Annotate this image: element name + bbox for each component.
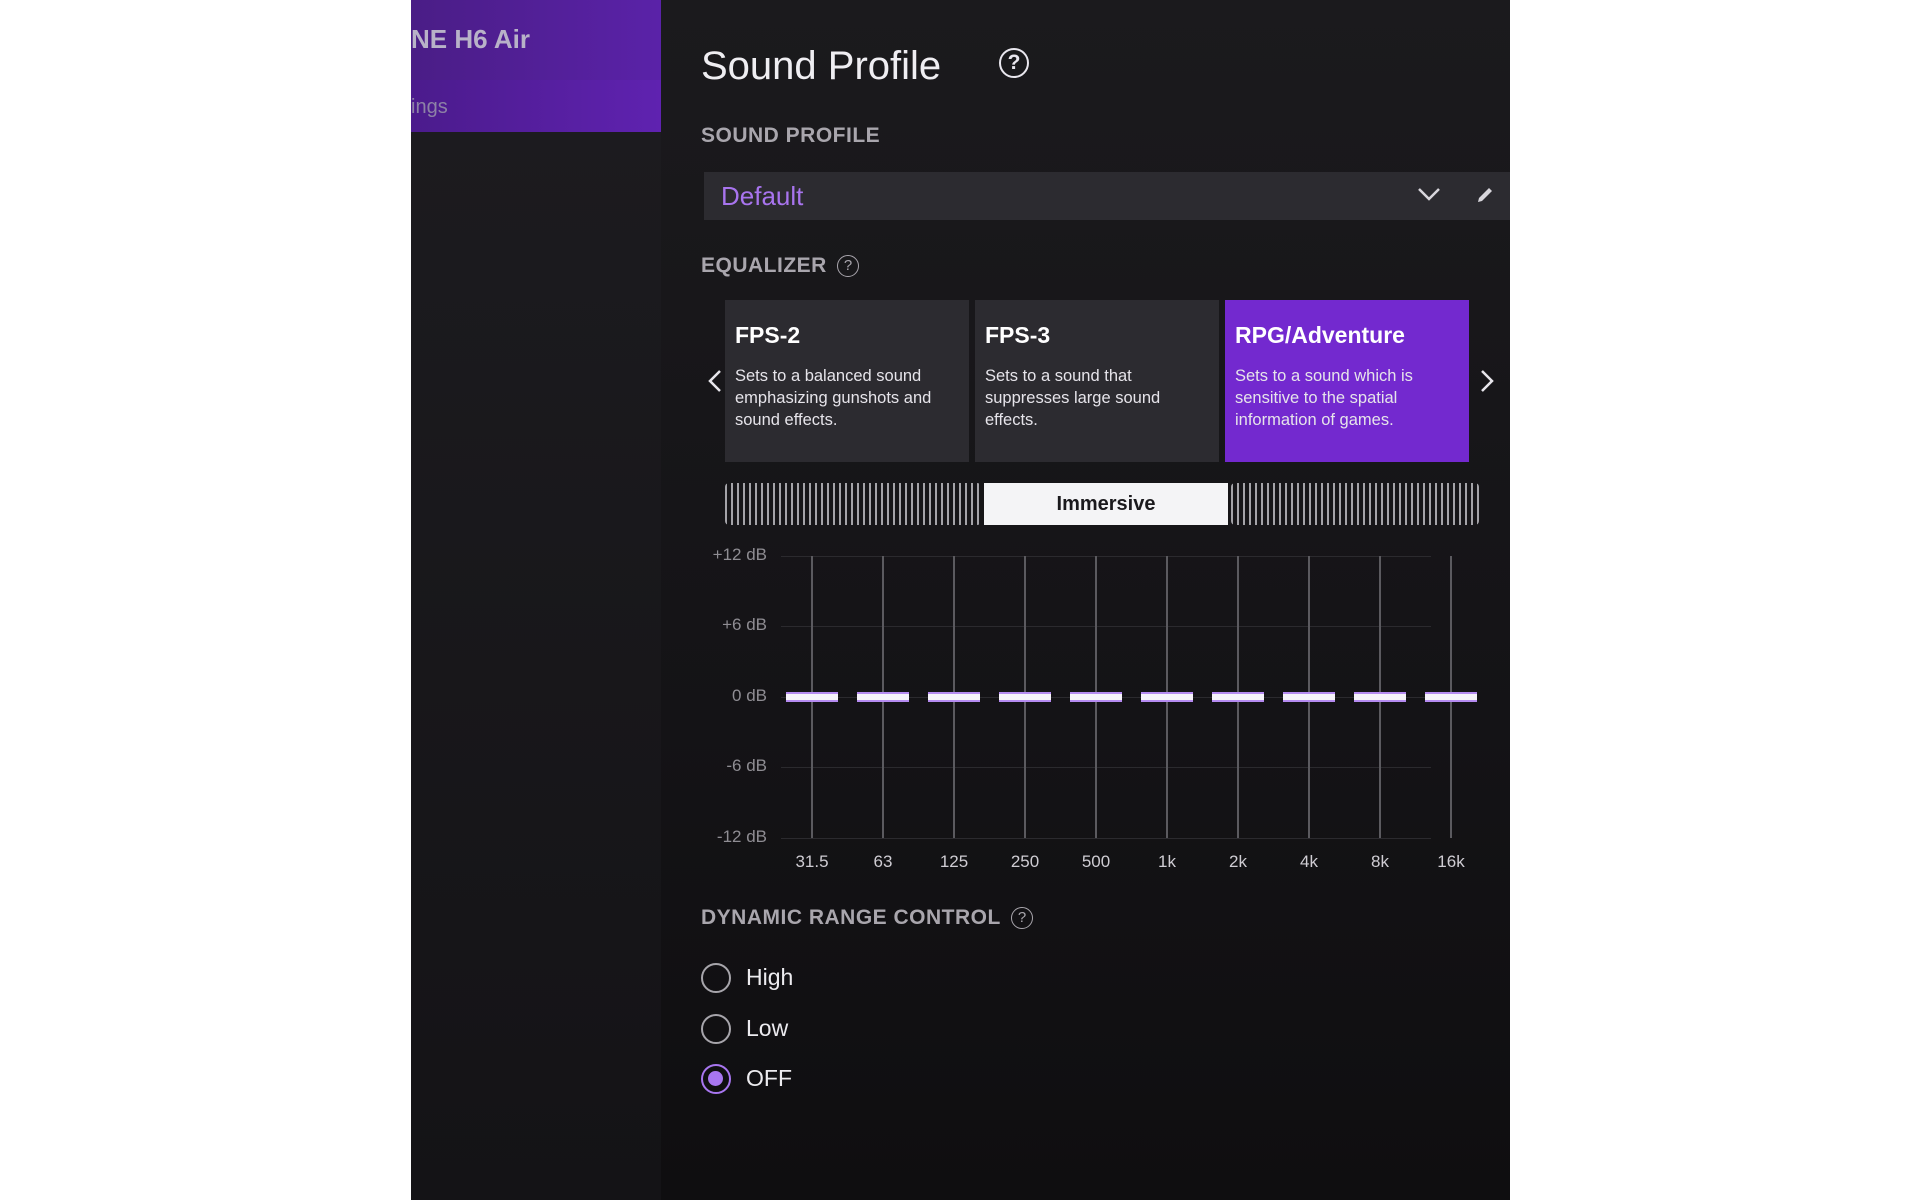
eq-freq-label: 500: [1081, 852, 1111, 871]
sound-profile-selected: Default: [721, 181, 804, 211]
sound-profile-label: SOUND PROFILE: [701, 124, 881, 147]
eq-freq-label: 2k: [1229, 852, 1247, 871]
eq-gridline: [781, 626, 1431, 627]
preset-card-fps-3[interactable]: FPS-3 Sets to a sound that suppresses la…: [975, 300, 1219, 462]
chevron-down-icon[interactable]: [1417, 186, 1441, 202]
eq-band-handle[interactable]: [857, 692, 909, 702]
preset-name: FPS-2: [735, 322, 801, 348]
drc-help-icon[interactable]: ?: [1011, 907, 1033, 929]
eq-gridline: [781, 838, 1431, 839]
eq-band-handle[interactable]: [1212, 692, 1264, 702]
eq-freq-label: 125: [939, 852, 969, 871]
db-label-minus12: -12 dB: [716, 827, 767, 846]
pencil-icon[interactable]: [1475, 185, 1495, 205]
eq-freq-label: 63: [873, 852, 893, 871]
eq-freq-label: 16k: [1437, 852, 1465, 871]
eq-band-handle[interactable]: [786, 692, 838, 702]
preset-description: Sets to a balanced sound emphasizing gun…: [735, 367, 932, 429]
question-circle-icon[interactable]: ?: [999, 48, 1029, 78]
eq-band-handle[interactable]: [1283, 692, 1335, 702]
db-label-0: 0 dB: [732, 686, 767, 705]
preset-name: FPS-3: [985, 322, 1051, 348]
eq-gridline: [781, 556, 1431, 557]
dynamic-range-control-label: DYNAMIC RANGE CONTROL: [701, 906, 1001, 929]
sidebar-device-header[interactable]: NE H6 Air: [411, 0, 661, 80]
sound-profile-dropdown[interactable]: Default: [704, 172, 1510, 220]
sidebar-item-label: ings: [411, 96, 448, 118]
db-label-plus6: +6 dB: [722, 615, 767, 634]
equalizer-label: EQUALIZER: [701, 254, 827, 277]
chevron-left-icon[interactable]: [707, 368, 723, 394]
equalizer-help-icon[interactable]: ?: [837, 255, 859, 277]
radio-label: Low: [746, 1015, 789, 1041]
eq-freq-label: 31.5: [795, 852, 829, 871]
spatial-slider-track-left[interactable]: [725, 483, 981, 525]
radio-button[interactable]: [701, 1014, 731, 1044]
radio-label: OFF: [746, 1065, 792, 1091]
radio-label: High: [746, 964, 794, 990]
db-label-minus6: -6 dB: [726, 756, 767, 775]
main-content: Sound Profile ? SOUND PROFILE Default EQ…: [701, 0, 1510, 1200]
chevron-right-icon[interactable]: [1479, 368, 1495, 394]
preset-name: RPG/Adventure: [1235, 322, 1405, 348]
radio-button[interactable]: [701, 1064, 731, 1094]
eq-band-handle[interactable]: [1070, 692, 1122, 702]
device-title: NE H6 Air: [411, 24, 530, 54]
eq-band-handle[interactable]: [928, 692, 980, 702]
sidebar: NE H6 Air ings: [411, 0, 661, 1200]
spatial-slider-track-right[interactable]: [1231, 483, 1479, 525]
eq-band-handle[interactable]: [999, 692, 1051, 702]
spatial-slider-thumb[interactable]: Immersive: [984, 483, 1228, 525]
preset-description: Sets to a sound that suppresses large so…: [985, 367, 1161, 429]
eq-freq-label: 1k: [1158, 852, 1176, 871]
eq-band-handle[interactable]: [1354, 692, 1406, 702]
eq-freq-label: 250: [1010, 852, 1040, 871]
eq-band-handle[interactable]: [1141, 692, 1193, 702]
preset-card-fps-2[interactable]: FPS-2 Sets to a balanced sound emphasizi…: [725, 300, 969, 462]
eq-band-handle[interactable]: [1425, 692, 1477, 702]
radio-button[interactable]: [701, 963, 731, 993]
preset-description: Sets to a sound which is sensitive to th…: [1235, 367, 1413, 429]
page-title: Sound Profile: [701, 44, 942, 88]
eq-freq-label: 4k: [1300, 852, 1318, 871]
eq-gridline: [781, 767, 1431, 768]
eq-freq-label: 8k: [1371, 852, 1389, 871]
preset-card-rpg-adventure[interactable]: RPG/Adventure Sets to a sound which is s…: [1225, 300, 1469, 462]
sidebar-item-settings[interactable]: ings: [411, 80, 661, 132]
app-window: NE H6 Air ings Sound Profile ? SOUND PRO…: [411, 0, 1510, 1200]
db-label-plus12: +12 dB: [712, 545, 767, 564]
